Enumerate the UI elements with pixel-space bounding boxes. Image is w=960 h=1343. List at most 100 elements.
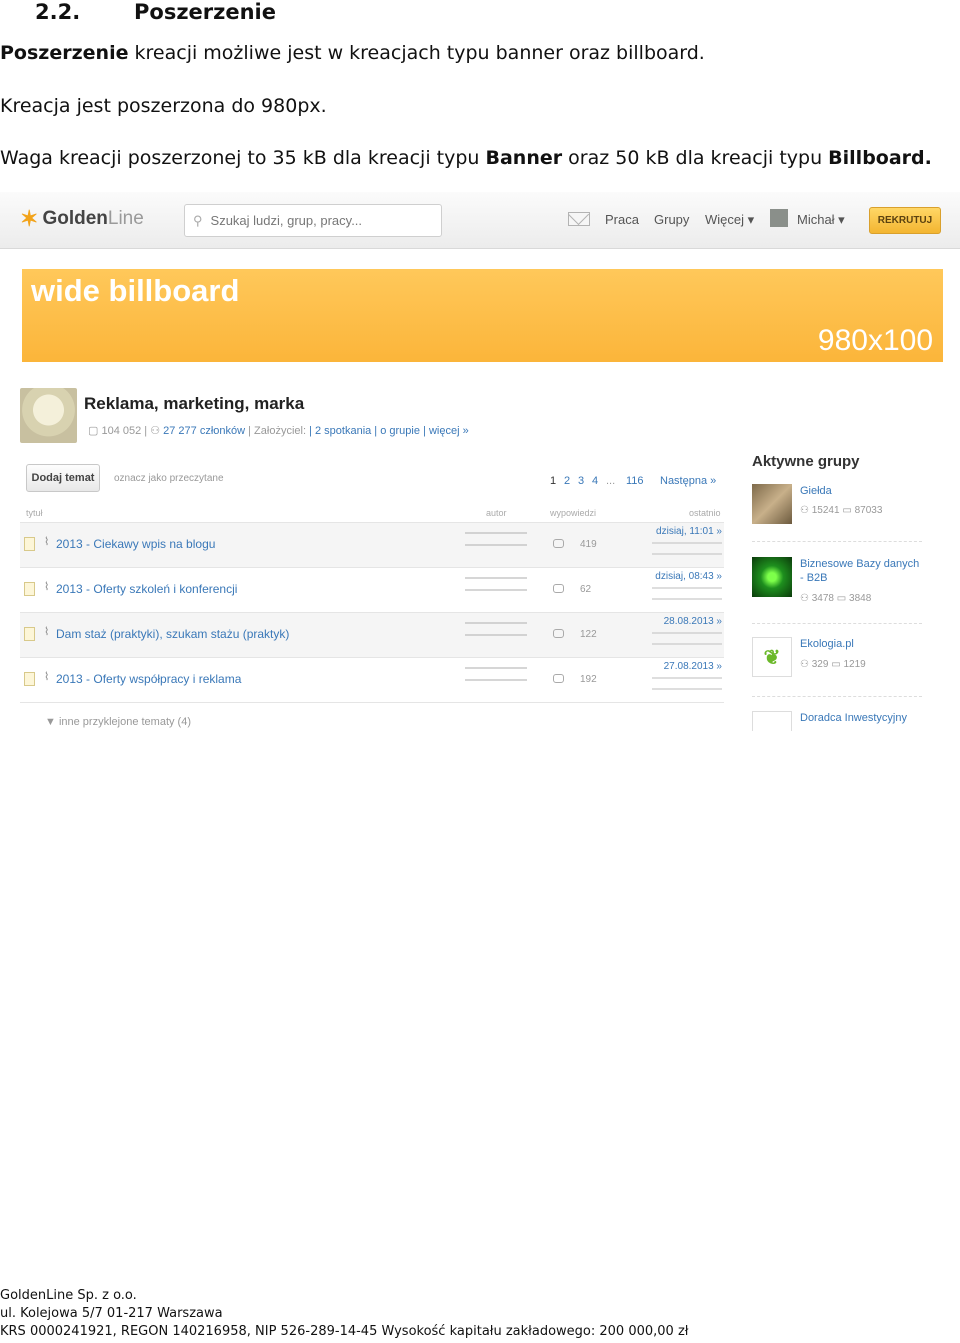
comment-icon (553, 629, 564, 638)
topic-title[interactable]: 2013 - Oferty szkoleń i konferencji (56, 582, 237, 596)
paragraph-1: Poszerzenie kreacji możliwe jest w kreac… (0, 42, 705, 64)
rekrutuj-button[interactable]: REKRUTUJ (869, 207, 941, 234)
comment-icon (553, 674, 564, 683)
group-founder-label: | Założyciel: (248, 425, 307, 437)
topic-author (465, 577, 527, 601)
active-group-item[interactable]: Doradca Inwestycyjny (752, 711, 922, 731)
column-header-title: tytuł (26, 508, 43, 518)
views-icon: ▢ (88, 425, 102, 437)
group-members-link[interactable]: 27 277 członków (163, 425, 245, 437)
topic-title[interactable]: 2013 - Ciekawy wpis na blogu (56, 537, 215, 551)
active-group-stats: ⚇ 15241 ▭ 87033 (800, 505, 883, 516)
group-thumbnail (752, 484, 792, 524)
pager-page-4[interactable]: 4 (592, 475, 598, 487)
nav-wiecej[interactable]: Więcej ▾ (705, 212, 754, 228)
active-groups-title: Aktywne grupy (752, 453, 860, 470)
pager-page-1[interactable]: 1 (550, 475, 556, 487)
pager-page-2[interactable]: 2 (564, 475, 570, 487)
mark-as-read-link[interactable]: oznacz jako przeczytane (114, 473, 224, 484)
more-pinned-topics-toggle[interactable]: ▼ inne przyklejone tematy (4) (45, 716, 191, 728)
topic-last-author (652, 632, 722, 650)
topic-last-post[interactable]: 28.08.2013 » (664, 616, 722, 627)
nav-user-menu[interactable]: Michał ▾ (797, 212, 845, 228)
goldenline-screenshot: ✶ Golden Line ⚲ Szukaj ludzi, grup, pracy… (0, 192, 960, 737)
document-icon (24, 582, 35, 596)
billboard-size: 980x100 (817, 324, 933, 357)
paperclip-icon: ⌇ (44, 626, 50, 638)
group-views: 104 052 | (101, 425, 148, 437)
topic-last-author (652, 587, 722, 605)
group-posts-count: 87033 (854, 505, 883, 516)
table-row[interactable]: ⌇ 2013 - Ciekawy wpis na blogu 419 dzisi… (20, 522, 724, 567)
footer-registration: KRS 0000241921, REGON 140216958, NIP 526… (0, 1324, 689, 1339)
group-members-count: 3478 (811, 593, 834, 604)
paragraph-3-part-a: Waga kreacji poszerzonej to 35 kB dla kr… (0, 147, 486, 169)
column-header-last: ostatnio (689, 508, 721, 518)
logo-star-icon: ✶ (20, 206, 39, 231)
active-group-item[interactable]: Biznesowe Bazy danych - B2B ⚇ 3478 ▭ 384… (752, 557, 922, 604)
pager-page-3[interactable]: 3 (578, 475, 584, 487)
document-icon (24, 627, 35, 641)
topic-last-author (652, 677, 722, 695)
pager-ellipsis: ... (606, 475, 616, 487)
ekologia-leaf-icon: ❦ (752, 637, 792, 677)
topic-title[interactable]: 2013 - Oferty współpracy i reklama (56, 672, 241, 686)
search-icon: ⚲ (193, 212, 203, 228)
paragraph-3-banner: Banner (485, 147, 563, 169)
pager-page-last[interactable]: 116 (626, 475, 644, 487)
user-avatar[interactable] (770, 209, 788, 227)
active-group-item[interactable]: ❦ Ekologia.pl ⚇ 329 ▭ 1219 (752, 637, 922, 679)
active-group-name[interactable]: Giełda (800, 484, 922, 498)
topic-author (465, 622, 527, 646)
sidebar-separator (752, 696, 922, 697)
paragraph-3-part-c: oraz 50 kB dla kreacji typu (562, 147, 829, 169)
active-group-name[interactable]: Doradca Inwestycyjny (800, 711, 922, 725)
add-topic-button[interactable]: Dodaj temat (26, 464, 100, 492)
topic-replies: 62 (580, 584, 592, 595)
topic-replies: 122 (580, 629, 597, 640)
table-row[interactable]: ⌇ 2013 - Oferty szkoleń i konferencji 62… (20, 567, 724, 612)
section-heading: 2.2. Poszerzenie (35, 0, 276, 24)
section-number: 2.2. (35, 0, 81, 24)
table-row[interactable]: ⌇ 2013 - Oferty współpracy i reklama 192… (20, 657, 724, 702)
paperclip-icon: ⌇ (44, 536, 50, 548)
nav-grupy[interactable]: Grupy (654, 212, 689, 227)
paragraph-3: Waga kreacji poszerzonej to 35 kB dla kr… (0, 147, 932, 169)
pager-next[interactable]: Następna » (660, 475, 716, 487)
goldenline-logo[interactable]: ✶ Golden Line (20, 206, 144, 232)
topic-last-post[interactable]: 27.08.2013 » (664, 661, 722, 672)
table-row[interactable]: ⌇ Dam staż (praktyki), szukam stażu (pra… (20, 612, 724, 657)
comment-icon (553, 584, 564, 593)
topic-last-author (652, 542, 722, 560)
footer-company: GoldenLine Sp. z o.o. (0, 1288, 137, 1303)
paperclip-icon: ⌇ (44, 581, 50, 593)
active-group-item[interactable]: Giełda ⚇ 15241 ▭ 87033 (752, 484, 922, 526)
nav-praca[interactable]: Praca (605, 212, 639, 227)
group-avatar (20, 388, 77, 443)
mail-icon[interactable] (568, 212, 590, 226)
search-placeholder: Szukaj ludzi, grup, pracy... (210, 213, 363, 228)
members-icon: ⚇ (150, 425, 164, 437)
sidebar-separator (752, 623, 922, 624)
topic-title[interactable]: Dam staż (praktyki), szukam stażu (prakt… (56, 627, 289, 641)
active-group-stats: ⚇ 3478 ▭ 3848 (800, 593, 872, 604)
active-group-stats: ⚇ 329 ▭ 1219 (800, 659, 866, 670)
column-header-replies: wypowiedzi (550, 508, 597, 518)
active-group-name[interactable]: Ekologia.pl (800, 637, 922, 651)
envelope-icon (752, 711, 792, 731)
document-icon (24, 672, 35, 686)
paperclip-icon: ⌇ (44, 671, 50, 683)
topic-last-post[interactable]: dzisiaj, 08:43 » (655, 571, 722, 582)
paragraph-1-rest: kreacji możliwe jest w kreacjach typu ba… (128, 42, 705, 64)
wide-billboard-ad[interactable]: wide billboard 980x100 (22, 269, 943, 362)
topic-last-post[interactable]: dzisiaj, 11:01 » (656, 526, 722, 537)
group-title: Reklama, marketing, marka (84, 394, 305, 413)
logo-golden-text: Golden (42, 208, 108, 229)
group-links[interactable]: | 2 spotkania | o grupie | więcej » (309, 425, 469, 437)
topic-author (465, 667, 527, 691)
search-input[interactable]: ⚲ Szukaj ludzi, grup, pracy... (184, 204, 442, 237)
comment-icon (553, 539, 564, 548)
group-meta: ▢ 104 052 | ⚇ 27 277 członków | Założyci… (88, 424, 469, 437)
active-group-name[interactable]: Biznesowe Bazy danych - B2B (800, 557, 922, 585)
table-divider (20, 702, 724, 703)
